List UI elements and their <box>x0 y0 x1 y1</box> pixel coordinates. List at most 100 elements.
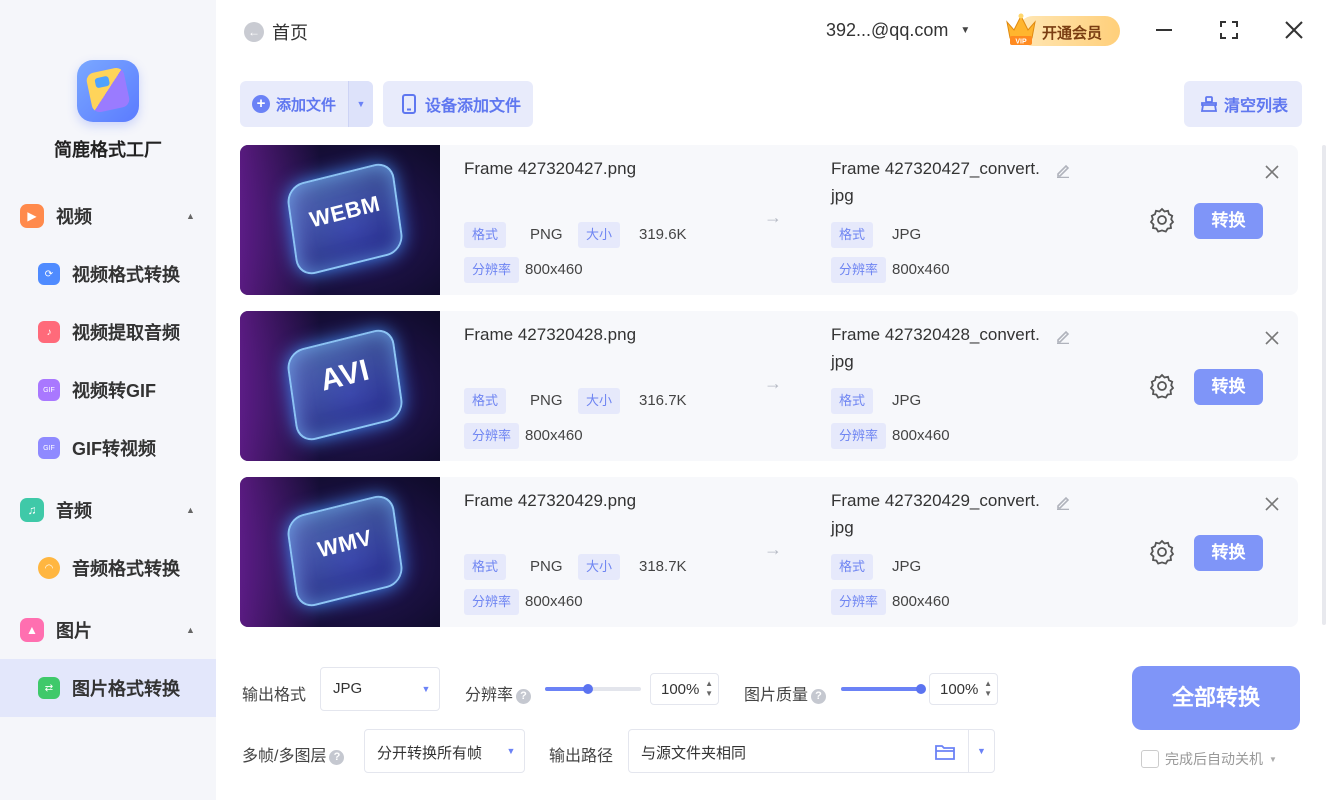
file-item: AVI Frame 427320428.png 格式 PNG 大小 316.7K… <box>240 311 1298 461</box>
sidebar-item-label: 图片格式转换 <box>72 679 180 699</box>
edit-pencil-icon[interactable] <box>1055 494 1071 510</box>
collapse-caret-icon: ▲ <box>186 625 195 635</box>
output-format-select[interactable]: JPG ▼ <box>320 667 440 711</box>
help-icon[interactable]: ? <box>516 689 532 704</box>
gif-video-icon: GIF <box>38 437 60 459</box>
size-tag: 大小 <box>578 222 621 248</box>
quality-setting-label: 图片质量? <box>744 681 827 705</box>
remove-file-icon[interactable] <box>1264 164 1280 180</box>
audio-icon: ♫ <box>20 498 44 522</box>
target-file-ext: jpg <box>831 352 854 371</box>
account-dropdown[interactable]: 392...@qq.com ▼ <box>826 20 970 41</box>
help-icon[interactable]: ? <box>329 750 345 765</box>
dropdown-arrow-icon[interactable]: ▼ <box>968 730 994 772</box>
target-format: JPG <box>892 226 922 243</box>
dropdown-arrow-icon[interactable]: ▼ <box>1269 755 1277 764</box>
resolution-slider[interactable] <box>545 684 641 694</box>
target-file-ext: jpg <box>831 518 854 537</box>
quality-spinbox[interactable]: 100% ▲ ▼ <box>929 673 998 705</box>
convert-all-button[interactable]: 全部转换 <box>1132 666 1300 730</box>
sidebar-item-label: 视频转GIF <box>72 381 156 401</box>
video-convert-icon: ⟳ <box>38 263 60 285</box>
close-window-button[interactable] <box>1282 18 1306 42</box>
add-file-button[interactable]: + 添加文件 <box>240 81 348 127</box>
format-tag: 格式 <box>831 222 874 248</box>
format-tag: 格式 <box>464 222 507 248</box>
source-size: 316.7K <box>639 392 687 409</box>
source-file-name: Frame 427320428.png <box>464 325 637 344</box>
file-thumbnail: WEBM <box>240 145 440 295</box>
resolution-setting-label: 分辨率? <box>465 681 532 705</box>
quality-slider[interactable] <box>841 684 926 694</box>
sidebar-section-audio[interactable]: ♫ 音频 ▲ <box>0 490 216 530</box>
convert-button[interactable]: 转换 <box>1194 369 1263 405</box>
source-size: 318.7K <box>639 558 687 575</box>
vip-button[interactable]: VIP 开通会员 <box>1004 10 1120 50</box>
resolution-tag: 分辨率 <box>464 257 520 283</box>
broom-icon <box>1200 96 1218 112</box>
help-icon[interactable]: ? <box>811 689 827 704</box>
slider-handle[interactable] <box>916 684 926 694</box>
target-file-name: Frame 427320427_convert. <box>831 159 1040 178</box>
slider-handle[interactable] <box>583 684 594 694</box>
spin-arrows-icon[interactable]: ▲ ▼ <box>705 679 713 699</box>
add-file-dropdown-button[interactable]: ▼ <box>348 81 373 127</box>
sidebar-item-label: 音频格式转换 <box>72 559 180 579</box>
collapse-caret-icon: ▲ <box>186 505 195 515</box>
settings-gear-icon[interactable] <box>1149 373 1175 399</box>
settings-gear-icon[interactable] <box>1149 539 1175 565</box>
sidebar-item-image-format-convert[interactable]: ⇄ 图片格式转换 <box>0 659 216 717</box>
sidebar-item-video-extract-audio[interactable]: ♪ 视频提取音频 <box>0 303 216 361</box>
remove-file-icon[interactable] <box>1264 330 1280 346</box>
convert-button[interactable]: 转换 <box>1194 535 1263 571</box>
convert-button[interactable]: 转换 <box>1194 203 1263 239</box>
remove-file-icon[interactable] <box>1264 496 1280 512</box>
settings-gear-icon[interactable] <box>1149 207 1175 233</box>
resolution-spinbox[interactable]: 100% ▲ ▼ <box>650 673 719 705</box>
source-file-name: Frame 427320427.png <box>464 159 637 178</box>
edit-pencil-icon[interactable] <box>1055 328 1071 344</box>
sidebar-section-video[interactable]: ▶ 视频 ▲ <box>0 196 216 236</box>
fullscreen-icon <box>1220 21 1238 39</box>
multiframe-label-text: 多帧/多图层 <box>242 748 327 765</box>
minimize-icon <box>1156 29 1172 31</box>
minimize-button[interactable] <box>1152 18 1176 42</box>
source-format: PNG <box>530 558 563 575</box>
arrow-right-icon: → <box>764 373 782 393</box>
auto-shutdown-option[interactable]: 完成后自动关机 ▼ <box>1141 749 1277 769</box>
resolution-tag: 分辨率 <box>464 589 520 615</box>
arrow-right-icon: → <box>764 207 782 227</box>
output-format-label: 输出格式 <box>242 687 307 704</box>
folder-icon[interactable] <box>934 742 956 762</box>
file-item: WMV Frame 427320429.png 格式 PNG 大小 318.7K… <box>240 477 1298 627</box>
quality-label-text: 图片质量 <box>744 687 809 704</box>
list-scrollbar[interactable] <box>1322 145 1326 625</box>
image-convert-icon: ⇄ <box>38 677 60 699</box>
svg-text:VIP: VIP <box>1015 39 1027 46</box>
clear-list-button[interactable]: 清空列表 <box>1184 81 1302 127</box>
file-thumbnail: AVI <box>240 311 440 461</box>
file-item: WEBM Frame 427320427.png 格式 PNG 大小 319.6… <box>240 145 1298 295</box>
format-tag: 格式 <box>464 388 507 414</box>
multiframe-select[interactable]: 分开转换所有帧 ▼ <box>364 729 525 773</box>
edit-pencil-icon[interactable] <box>1055 162 1071 178</box>
output-path-select[interactable]: 与源文件夹相同 ▼ <box>628 729 995 773</box>
sidebar-item-gif-to-video[interactable]: GIF GIF转视频 <box>0 419 216 477</box>
home-button[interactable]: ← 首页 <box>244 20 308 44</box>
device-add-file-button[interactable]: 设备添加文件 <box>383 81 533 127</box>
sidebar-section-image[interactable]: ▲ 图片 ▲ <box>0 610 216 650</box>
app-name: 简鹿格式工厂 <box>54 140 162 160</box>
sidebar-item-video-format-convert[interactable]: ⟳ 视频格式转换 <box>0 245 216 303</box>
sidebar-item-audio-format-convert[interactable]: ◠ 音频格式转换 <box>0 539 216 597</box>
auto-shutdown-checkbox[interactable] <box>1141 750 1159 768</box>
target-resolution: 800x460 <box>892 427 950 444</box>
source-format: PNG <box>530 392 563 409</box>
file-thumbnail: WMV <box>240 477 440 627</box>
device-add-label: 设备添加文件 <box>425 98 522 115</box>
output-format-value: JPG <box>333 680 363 697</box>
spin-arrows-icon[interactable]: ▲ ▼ <box>984 679 992 699</box>
sidebar-item-video-to-gif[interactable]: GIF 视频转GIF <box>0 361 216 419</box>
maximize-button[interactable] <box>1217 18 1241 42</box>
multiframe-value: 分开转换所有帧 <box>377 745 483 762</box>
output-path-label: 输出路径 <box>549 748 614 765</box>
